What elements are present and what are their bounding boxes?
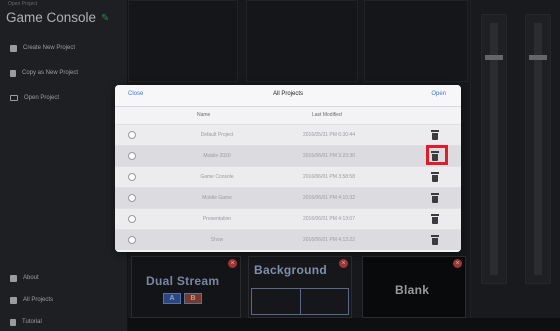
project-modified: 2016/06/01 PM 4:13:07	[303, 216, 355, 222]
project-row[interactable]: Presentation 2016/06/01 PM 4:13:07	[115, 208, 461, 229]
project-list: Default Project 2016/05/31 PM 6:30:44 Mo…	[115, 124, 461, 250]
column-header-last-modified: Last Modified	[312, 112, 342, 118]
project-modified: 2016/06/01 PM 3:23:30	[303, 153, 355, 159]
project-name: Mobile Game	[202, 195, 232, 201]
project-name: Presentation	[202, 216, 232, 222]
project-name: Game Console	[200, 174, 234, 180]
project-name: Show	[210, 237, 224, 243]
select-radio[interactable]	[128, 152, 136, 160]
project-modified: 2016/06/01 PM 4:13:22	[303, 237, 355, 243]
trash-icon[interactable]	[431, 130, 439, 140]
project-name: Mobile 2020	[203, 153, 231, 159]
trash-icon[interactable]	[431, 193, 439, 203]
project-row[interactable]: Game Console 2016/06/01 PM 3:58:58	[115, 166, 461, 187]
project-name: Default Project	[200, 132, 234, 138]
select-radio[interactable]	[128, 215, 136, 223]
project-row[interactable]: Show 2016/06/01 PM 4:13:22	[115, 229, 461, 250]
column-header-name: Name	[197, 112, 211, 118]
project-row[interactable]: Mobile Game 2016/06/01 PM 4:10:32	[115, 187, 461, 208]
project-modified: 2016/06/01 PM 3:58:58	[303, 174, 355, 180]
dialog-title: All Projects	[272, 91, 303, 97]
select-radio[interactable]	[128, 194, 136, 202]
select-radio[interactable]	[128, 131, 136, 139]
project-modified: 2016/05/31 PM 6:30:44	[303, 132, 355, 138]
project-row[interactable]: Mobile 2020 2016/06/01 PM 3:23:30	[115, 145, 461, 166]
trash-icon[interactable]	[431, 151, 439, 161]
all-projects-dialog: Close All Projects Open Name Last Modifi…	[115, 85, 461, 252]
trash-icon[interactable]	[431, 172, 439, 182]
trash-icon[interactable]	[431, 235, 439, 245]
select-radio[interactable]	[128, 236, 136, 244]
trash-icon[interactable]	[431, 214, 439, 224]
open-button[interactable]: Open	[431, 91, 446, 97]
project-modified: 2016/06/01 PM 4:10:32	[303, 195, 355, 201]
project-row[interactable]: Default Project 2016/05/31 PM 6:30:44	[115, 124, 461, 145]
dialog-header: Close All Projects Open	[115, 85, 461, 107]
select-radio[interactable]	[128, 173, 136, 181]
